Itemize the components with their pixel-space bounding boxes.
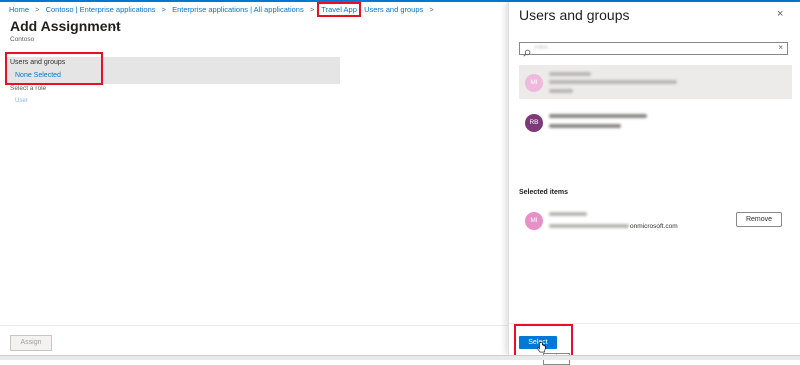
redacted-text	[549, 72, 591, 76]
panel-title: Users and groups	[519, 7, 630, 23]
search-input[interactable]: mike ×	[519, 42, 788, 57]
breadcrumb-separator: >	[161, 5, 167, 14]
clear-search-icon[interactable]: ×	[778, 43, 783, 52]
selected-item: MI onmicrosoft.com Remove	[519, 207, 792, 237]
breadcrumb-home[interactable]: Home	[9, 5, 29, 14]
assign-button[interactable]: Assign	[10, 335, 52, 351]
search-query-redacted: mike	[534, 44, 548, 51]
breadcrumb-travel-app[interactable]: Travel App	[317, 2, 361, 17]
avatar: MI	[525, 74, 543, 92]
role-value[interactable]: User	[15, 98, 28, 104]
redacted-text	[549, 80, 677, 84]
selected-items-heading: Selected items	[519, 189, 569, 196]
search-icon	[523, 44, 531, 62]
redacted-text	[549, 89, 573, 93]
breadcrumb: Home > Contoso | Enterprise applications…	[9, 2, 438, 17]
redacted-text	[549, 224, 629, 228]
redacted-text	[549, 212, 587, 216]
avatar: RB	[525, 114, 543, 132]
select-role-label: Select a role	[10, 85, 47, 92]
breadcrumb-separator: >	[429, 5, 434, 14]
result-item[interactable]: RB	[519, 105, 792, 139]
redacted-text	[549, 124, 621, 128]
selected-item-domain: onmicrosoft.com	[630, 223, 678, 230]
breadcrumb-users-and-groups[interactable]: Users and groups	[364, 5, 423, 14]
breadcrumb-all-applications[interactable]: Enterprise applications | All applicatio…	[172, 5, 304, 14]
window-bottom-edge	[0, 355, 800, 360]
redacted-text	[549, 114, 647, 118]
users-and-groups-value[interactable]: None Selected	[15, 72, 61, 79]
highlight-box-users-groups	[5, 52, 103, 85]
more-options-button[interactable]: ...	[110, 19, 122, 31]
breadcrumb-separator: >	[35, 5, 40, 14]
tenant-name: Contoso	[10, 36, 35, 43]
close-icon[interactable]: ×	[777, 8, 783, 20]
breadcrumb-enterprise-applications[interactable]: Contoso | Enterprise applications	[46, 5, 156, 14]
breadcrumb-separator: >	[309, 5, 315, 14]
users-and-groups-label: Users and groups	[10, 59, 66, 66]
result-item[interactable]: MI	[519, 65, 792, 99]
avatar: MI	[525, 212, 543, 230]
remove-button[interactable]: Remove	[736, 212, 782, 227]
users-and-groups-panel: Users and groups × mike × MI RB Selected…	[508, 2, 800, 365]
page-title: Add Assignment	[10, 18, 121, 34]
footer-divider	[0, 325, 508, 326]
